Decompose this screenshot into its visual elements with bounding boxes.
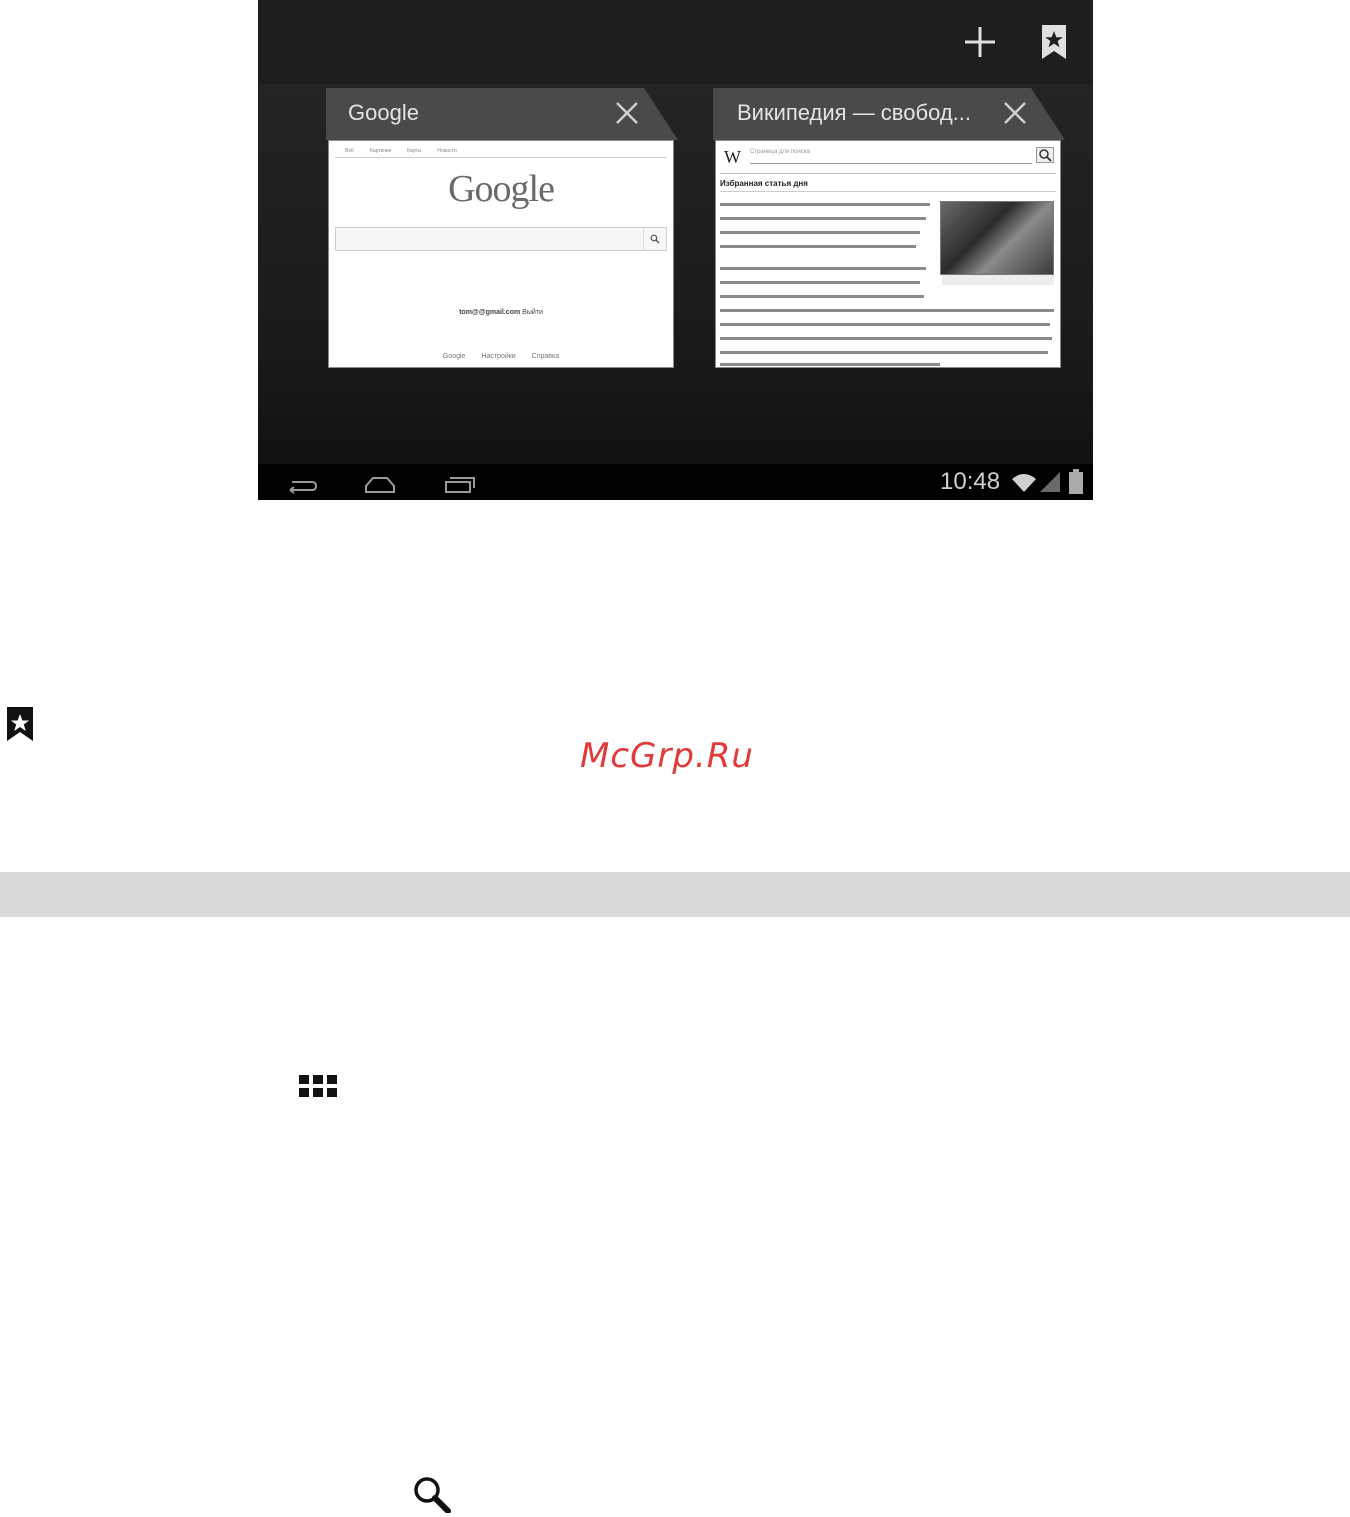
tab-title: Google <box>348 100 419 125</box>
text-line <box>720 351 1048 354</box>
app-grid-icon <box>299 1075 337 1097</box>
featured-article-heading: Избранная статья дня <box>720 179 808 188</box>
text-line <box>720 231 920 234</box>
wikipedia-search-field: Страница для поиска <box>750 149 1032 164</box>
sign-out-link: Выйти <box>522 309 543 316</box>
text-line <box>720 203 930 206</box>
google-nav-tab: Картинки <box>369 148 392 154</box>
google-account-line: tom@@gmail.com Выйти <box>329 309 673 316</box>
divider <box>720 173 1056 174</box>
text-line <box>720 309 1054 312</box>
google-nav-tabs: Веб Картинки Карты Новости <box>335 145 667 158</box>
google-nav-tab: Карты <box>407 148 422 154</box>
google-footer: Google Настройки Справка <box>442 353 560 360</box>
tab-thumbnail: Веб Картинки Карты Новости Google tom@@g… <box>328 140 674 368</box>
search-icon <box>1036 147 1054 163</box>
account-email: tom@@gmail.com <box>459 309 521 316</box>
image-caption <box>942 275 1054 285</box>
search-icon <box>412 1476 452 1514</box>
tab-card-google[interactable]: Google Веб Картинки Карты Новости Google… <box>326 88 678 372</box>
close-icon[interactable] <box>1000 98 1030 128</box>
back-icon[interactable] <box>282 468 322 496</box>
status-clock: 10:48 <box>940 468 1001 495</box>
divider <box>720 191 1056 192</box>
wifi-icon <box>1010 470 1038 494</box>
tab-title: Википедия — свобод... <box>737 100 972 125</box>
home-icon[interactable] <box>360 468 400 496</box>
text-line <box>720 217 926 220</box>
google-search-box <box>335 227 667 251</box>
close-icon[interactable] <box>612 98 642 128</box>
google-logo: Google <box>448 168 555 210</box>
article-image <box>940 201 1054 275</box>
section-band <box>0 872 1350 917</box>
text-line <box>720 363 940 366</box>
signal-icon <box>1038 470 1062 494</box>
wikipedia-logo: W <box>724 147 741 167</box>
text-line <box>720 245 916 248</box>
google-nav-tab: Новости <box>437 148 457 154</box>
text-line <box>720 337 1052 340</box>
watermark: McGrp.Ru <box>580 736 754 776</box>
battery-icon <box>1068 468 1084 496</box>
google-nav-tab: Веб <box>345 148 354 154</box>
bookmark-star-icon[interactable] <box>1034 22 1074 62</box>
tab-card-wikipedia[interactable]: Википедия — свобод... W Страница для пои… <box>713 88 1065 372</box>
browser-tab-switcher-screenshot: Google Веб Картинки Карты Новости Google… <box>258 0 1093 500</box>
text-line <box>720 281 920 284</box>
system-navigation-bar: 10:48 <box>258 464 1093 500</box>
text-line <box>720 323 1050 326</box>
bookmark-star-icon <box>6 706 34 742</box>
recent-apps-icon[interactable] <box>440 468 480 496</box>
search-icon <box>643 228 666 250</box>
plus-icon[interactable] <box>960 22 1000 62</box>
tab-thumbnail: W Страница для поиска Избранная статья д… <box>715 140 1061 368</box>
text-line <box>720 295 924 298</box>
text-line <box>720 267 926 270</box>
